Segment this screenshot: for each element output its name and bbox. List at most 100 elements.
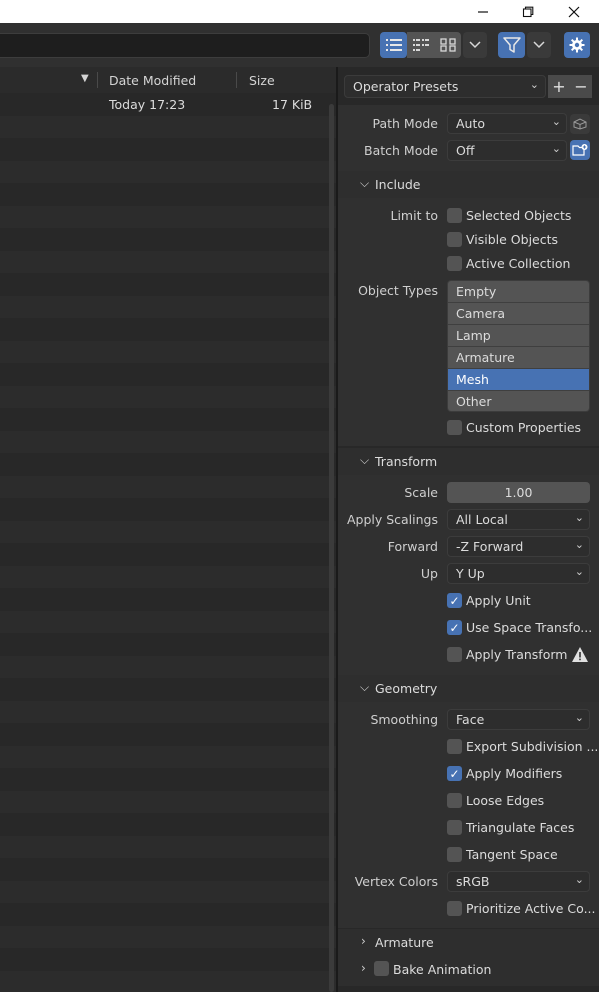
object-type-lamp[interactable]: Lamp (448, 325, 589, 347)
display-settings-dropdown[interactable] (463, 32, 487, 58)
file-row-empty (0, 835, 336, 858)
file-row-empty (0, 430, 336, 453)
filter-options-dropdown[interactable] (527, 32, 551, 58)
file-row-empty (0, 160, 336, 183)
use-space-transform-label[interactable]: Use Space Transfo... (466, 620, 592, 635)
object-type-camera[interactable]: Camera (448, 303, 589, 325)
chevron-down-icon: ⌵ (360, 453, 370, 467)
file-row-empty (0, 138, 336, 161)
use-space-transform-checkbox[interactable]: ✓ (447, 620, 462, 635)
geometry-section-header[interactable]: ⌵ Geometry (338, 675, 599, 702)
forward-select[interactable]: -Z Forward ⌄ (447, 536, 590, 557)
bake-animation-checkbox[interactable] (374, 961, 389, 976)
visible-objects-label[interactable]: Visible Objects (466, 232, 558, 247)
file-size: 17 KiB (272, 97, 313, 112)
minimize-icon[interactable] (460, 0, 506, 23)
column-size[interactable]: Size (249, 73, 275, 88)
triangulate-faces-label[interactable]: Triangulate Faces (466, 820, 574, 835)
thumbnails-icon[interactable] (434, 32, 461, 58)
file-list (0, 93, 336, 992)
path-mode-select[interactable]: Auto ⌄ (447, 113, 567, 134)
apply-scalings-select[interactable]: All Local ⌄ (447, 509, 590, 530)
loose-edges-label[interactable]: Loose Edges (466, 793, 544, 808)
scale-field[interactable]: 1.00 (447, 482, 590, 503)
operator-presets-dropdown[interactable]: Operator Presets ⌄ (344, 75, 546, 98)
embed-textures-icon[interactable] (570, 114, 590, 134)
geometry-section (338, 702, 599, 928)
file-row-empty (0, 183, 336, 206)
object-types-list: Empty Camera Lamp Armature Mesh Other (447, 280, 590, 412)
file-row-empty (0, 610, 336, 633)
restore-icon[interactable] (505, 0, 551, 23)
object-type-empty[interactable]: Empty (448, 281, 589, 303)
chevron-down-icon: ⌄ (551, 115, 561, 128)
chevron-down-icon: ⌄ (574, 538, 584, 551)
batch-mode-select[interactable]: Off ⌄ (447, 140, 567, 161)
file-row-empty (0, 655, 336, 678)
object-type-mesh[interactable]: Mesh (448, 369, 589, 391)
file-row-empty (0, 250, 336, 273)
file-row-empty (0, 768, 336, 791)
prioritize-active-checkbox[interactable] (447, 901, 462, 916)
file-row-empty (0, 498, 336, 521)
chevron-down-icon: ⌄ (574, 711, 584, 724)
visible-objects-checkbox[interactable] (447, 232, 462, 247)
chevron-down-icon: ⌄ (551, 142, 561, 155)
column-divider[interactable] (97, 72, 98, 88)
object-type-armature[interactable]: Armature (448, 347, 589, 369)
sort-indicator[interactable]: ▼ (81, 73, 89, 84)
file-row-empty (0, 925, 336, 948)
apply-modifiers-checkbox[interactable]: ✓ (447, 766, 462, 781)
transform-section-header[interactable]: ⌵ Transform (338, 448, 599, 475)
smoothing-select[interactable]: Face ⌄ (447, 709, 590, 730)
chevron-down-icon: ⌄ (529, 78, 539, 91)
loose-edges-checkbox[interactable] (447, 793, 462, 808)
triangulate-faces-checkbox[interactable] (447, 820, 462, 835)
apply-transform-label[interactable]: Apply Transform (466, 647, 567, 662)
apply-transform-checkbox[interactable] (447, 647, 462, 662)
prioritize-active-label[interactable]: Prioritize Active Co... (466, 901, 596, 916)
new-folder-icon[interactable] (570, 140, 590, 160)
custom-properties-checkbox[interactable] (447, 420, 462, 435)
vertical-list-icon[interactable] (380, 32, 407, 58)
file-row-empty (0, 295, 336, 318)
add-preset-button[interactable]: + (548, 75, 570, 98)
file-row-empty (0, 745, 336, 768)
directory-path-field[interactable] (0, 33, 370, 58)
selected-objects-label[interactable]: Selected Objects (466, 208, 571, 223)
include-section-header[interactable]: ⌵ Include (338, 171, 599, 198)
path-mode-value: Auto (456, 116, 486, 131)
close-icon[interactable] (551, 0, 597, 23)
horizontal-list-icon[interactable] (407, 32, 434, 58)
gear-icon[interactable] (564, 32, 590, 58)
apply-scalings-value: All Local (456, 512, 508, 527)
vertex-colors-select[interactable]: sRGB ⌄ (447, 871, 590, 892)
filter-icon[interactable] (498, 32, 525, 58)
custom-properties-label[interactable]: Custom Properties (466, 420, 581, 435)
selected-objects-checkbox[interactable] (447, 208, 462, 223)
vertex-colors-value: sRGB (456, 874, 490, 889)
apply-modifiers-label[interactable]: Apply Modifiers (466, 766, 562, 781)
active-collection-checkbox[interactable] (447, 256, 462, 271)
up-label: Up (420, 566, 438, 581)
column-date-modified[interactable]: Date Modified (109, 73, 196, 88)
column-divider[interactable] (236, 72, 237, 88)
tangent-space-label[interactable]: Tangent Space (466, 847, 558, 862)
file-row-empty (0, 273, 336, 296)
export-subdivision-checkbox[interactable] (447, 739, 462, 754)
window-titlebar (0, 0, 599, 23)
forward-label: Forward (387, 539, 438, 554)
apply-unit-label[interactable]: Apply Unit (466, 593, 531, 608)
bake-animation-title: Bake Animation (393, 962, 492, 977)
armature-section-header[interactable]: › Armature (338, 929, 599, 956)
file-row-empty (0, 880, 336, 903)
export-subdivision-label[interactable]: Export Subdivision ... (466, 739, 598, 754)
tangent-space-checkbox[interactable] (447, 847, 462, 862)
object-type-other[interactable]: Other (448, 391, 589, 411)
up-select[interactable]: Y Up ⌄ (447, 563, 590, 584)
apply-unit-checkbox[interactable]: ✓ (447, 593, 462, 608)
remove-preset-button[interactable]: − (570, 75, 592, 98)
file-list-scrollbar[interactable] (329, 104, 334, 992)
bake-animation-section-header[interactable]: › Bake Animation (338, 956, 599, 986)
active-collection-label[interactable]: Active Collection (466, 256, 570, 271)
